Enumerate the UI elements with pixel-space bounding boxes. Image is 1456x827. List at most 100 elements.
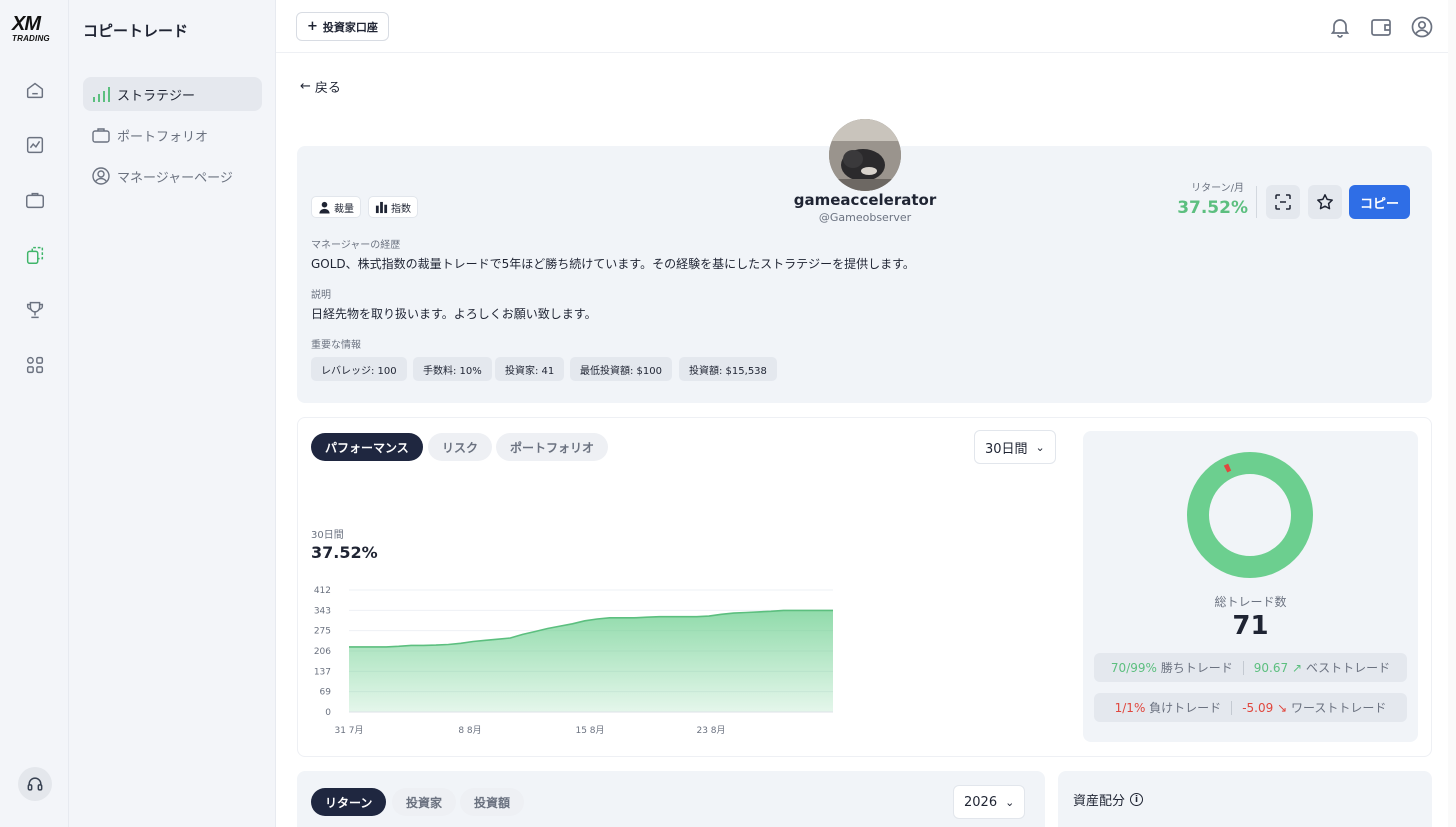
tag-index: 指数	[368, 196, 418, 218]
favorite-button[interactable]	[1308, 185, 1342, 219]
profile-icon[interactable]	[1410, 15, 1434, 39]
description-label: 説明	[311, 290, 331, 301]
invested-amount-chip: 投資額: $15,538	[679, 357, 777, 381]
y-tick-label: 69	[320, 688, 332, 698]
description-text: 日経先物を取り扱います。よろしくお願い致します。	[311, 307, 597, 321]
best-label: ベストトレード	[1305, 661, 1391, 675]
briefcase-icon	[92, 128, 110, 143]
monthly-return-value: 37.52%	[1177, 198, 1248, 218]
apps-icon[interactable]	[20, 350, 50, 380]
worst-value: -5.09	[1242, 700, 1274, 715]
period-select[interactable]: 30日間 ⌄	[974, 430, 1056, 464]
performance-area-chart: 0 69 137 206 275 343 412 31 7月 8 8月 15 8月 23 8月	[314, 586, 833, 736]
chevron-down-icon: ⌄	[1005, 795, 1015, 809]
copy-icon[interactable]	[20, 240, 50, 270]
leverage-chip: レバレッジ: 100	[311, 357, 407, 381]
user-circle-icon	[92, 167, 110, 185]
add-investor-account-button[interactable]: + 投資家口座	[296, 12, 389, 41]
fee-chip: 手数料: 10%	[413, 357, 492, 381]
info-icon[interactable]: i	[1130, 793, 1144, 806]
tag-label: 指数	[391, 203, 411, 215]
sidebar-item-label: マネージャーページ	[117, 170, 233, 186]
scan-button[interactable]	[1266, 185, 1300, 219]
history-label: マネージャーの経歴	[311, 240, 401, 251]
period-label: 30日間	[311, 530, 344, 541]
important-info-label: 重要な情報	[311, 340, 361, 351]
signal-bars-icon	[93, 87, 110, 102]
xm-logo[interactable]: XM TRADING	[12, 13, 56, 43]
person-icon	[319, 201, 330, 214]
monthly-return-label: リターン/月	[1191, 183, 1244, 194]
trophy-icon[interactable]	[20, 295, 50, 325]
tab-portfolio[interactable]: ポートフォリオ	[496, 433, 609, 461]
trend-up-icon: ↗	[1291, 660, 1302, 675]
chart-icon[interactable]	[20, 130, 50, 160]
sidebar-title: コピートレード	[83, 22, 189, 40]
tag-label: 裁量	[334, 203, 354, 215]
y-tick-label: 0	[325, 708, 331, 718]
period-select-value: 30日間	[985, 441, 1028, 457]
trade-ratio-donut	[1187, 452, 1313, 578]
sidebar-item-manager-page[interactable]: マネージャーページ	[83, 159, 262, 193]
divider	[1231, 700, 1233, 715]
y-tick-label: 412	[314, 586, 331, 596]
briefcase-icon[interactable]	[20, 185, 50, 215]
tab-performance[interactable]: パフォーマンス	[311, 433, 423, 461]
area-fill	[349, 610, 833, 712]
bell-icon[interactable]	[1328, 15, 1352, 39]
loss-value: 1/1%	[1114, 700, 1146, 715]
logo-main: XM	[12, 13, 41, 35]
y-tick-label: 275	[314, 627, 331, 637]
investors-chip: 投資家: 41	[495, 357, 565, 381]
sidebar-item-portfolio[interactable]: ポートフォリオ	[83, 118, 262, 152]
copy-button[interactable]: コピー	[1349, 185, 1410, 219]
home-icon[interactable]	[20, 75, 50, 105]
sub-sidebar: コピートレード ストラテジー ポートフォリオ マネージャーページ	[69, 0, 276, 827]
back-link[interactable]: ← 戻る	[300, 77, 341, 96]
divider	[1242, 660, 1244, 675]
history-text: GOLD、株式指数の裁量トレードで5年ほど勝ち続けています。その経験を基にしたス…	[311, 257, 915, 271]
icon-rail: XM TRADING	[0, 0, 69, 827]
top-bar: + 投資家口座	[276, 0, 1456, 53]
loss-label: 負けトレード	[1149, 701, 1222, 715]
manager-handle: @Gameobserver	[818, 211, 912, 224]
year-select[interactable]: 2026 ⌄	[953, 785, 1026, 819]
headset-icon[interactable]	[18, 767, 52, 801]
y-tick-label: 137	[314, 667, 331, 677]
tab-investment-amount[interactable]: 投資額	[460, 788, 525, 816]
asset-allocation-title: 資産配分 i	[1073, 790, 1144, 809]
x-tick-label: 8 8月	[458, 725, 481, 736]
year-select-value: 2026	[964, 794, 998, 810]
allocation-label: 資産配分	[1073, 794, 1126, 809]
scrollbar[interactable]	[1448, 0, 1456, 827]
x-tick-label: 23 8月	[696, 725, 725, 736]
total-trades-value: 71	[1232, 611, 1269, 641]
arrow-left-icon: ←	[300, 79, 311, 94]
sidebar-item-label: ストラテジー	[117, 88, 196, 104]
wallet-icon[interactable]	[1369, 15, 1393, 39]
y-tick-label: 206	[314, 647, 331, 657]
chevron-down-icon: ⌄	[1035, 440, 1045, 454]
x-tick-label: 15 8月	[575, 725, 604, 736]
divider	[1256, 186, 1257, 218]
period-return-value: 37.52%	[311, 543, 378, 562]
plus-icon: +	[307, 19, 318, 34]
tab-return[interactable]: リターン	[311, 788, 387, 816]
win-value: 70/99%	[1110, 660, 1157, 675]
scan-icon	[1275, 194, 1291, 210]
win-label: 勝ちトレード	[1160, 661, 1233, 675]
y-tick-label: 343	[314, 606, 331, 616]
add-account-label: 投資家口座	[322, 20, 378, 34]
sidebar-item-strategy[interactable]: ストラテジー	[83, 77, 262, 111]
tab-investors[interactable]: 投資家	[392, 788, 457, 816]
winning-trades-row: 70/99% 勝ちトレード 90.67 ↗ ベストトレード	[1094, 653, 1407, 682]
tag-discretionary: 裁量	[311, 196, 361, 218]
x-tick-label: 31 7月	[334, 725, 363, 736]
min-investment-chip: 最低投資額: $100	[570, 357, 672, 381]
donut-win-segment	[1187, 452, 1313, 578]
tab-risk[interactable]: リスク	[428, 433, 493, 461]
best-value: 90.67	[1253, 660, 1289, 675]
worst-label: ワーストトレード	[1290, 701, 1387, 715]
star-icon	[1317, 194, 1333, 210]
back-label: 戻る	[314, 81, 341, 96]
